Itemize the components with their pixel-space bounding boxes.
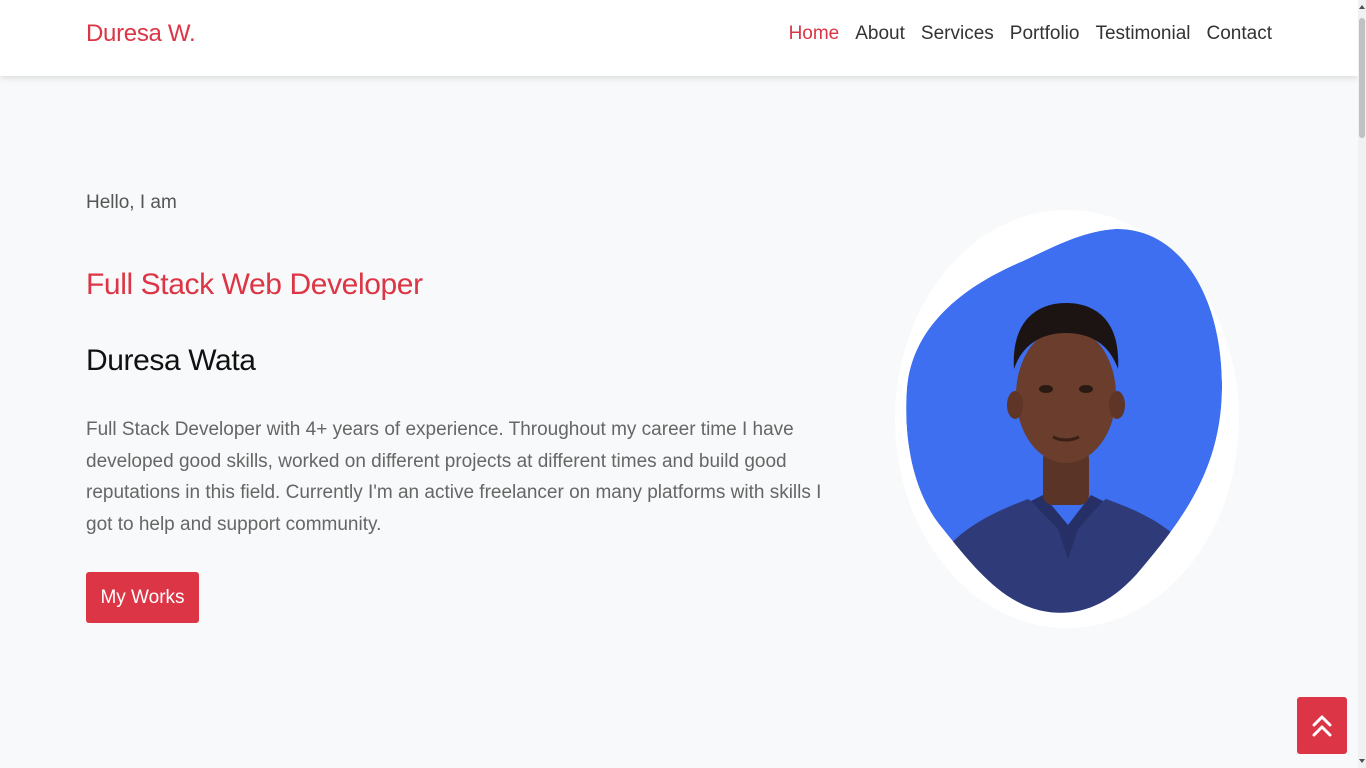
nav-link-services[interactable]: Services [921, 23, 994, 44]
nav-item-services: Services [921, 23, 994, 45]
hero-greeting: Hello, I am [86, 192, 177, 213]
nav-link-testimonial[interactable]: Testimonial [1095, 23, 1190, 44]
nav-item-portfolio: Portfolio [1010, 23, 1080, 45]
nav-link-portfolio[interactable]: Portfolio [1010, 23, 1080, 44]
my-works-button[interactable]: My Works [86, 572, 199, 623]
double-chevron-up-icon [1312, 715, 1332, 736]
nav-menu: Home About Services Portfolio Testimonia… [789, 23, 1272, 45]
nav-link-home[interactable]: Home [789, 23, 840, 44]
profile-photo [895, 210, 1239, 628]
hero-name: Duresa Wata [86, 344, 256, 377]
hero-bio: Full Stack Developer with 4+ years of ex… [86, 419, 822, 535]
scrollbar-thumb[interactable] [1359, 18, 1365, 138]
navbar: Duresa W. Home About Services Portfolio … [0, 0, 1358, 76]
nav-item-contact: Contact [1207, 23, 1272, 45]
nav-item-about: About [855, 23, 905, 45]
hero-role: Full Stack Web Developer [86, 268, 423, 301]
scroll-up-icon[interactable] [1359, 5, 1365, 9]
nav-link-about[interactable]: About [855, 23, 905, 44]
nav-item-home: Home [789, 23, 840, 45]
page: Duresa W. Home About Services Portfolio … [0, 0, 1366, 768]
nav-item-testimonial: Testimonial [1095, 23, 1190, 45]
scroll-down-icon[interactable] [1359, 759, 1365, 763]
nav-link-contact[interactable]: Contact [1207, 23, 1272, 44]
page-scrollbar[interactable] [1358, 0, 1366, 768]
back-to-top-button[interactable] [1297, 697, 1347, 754]
brand-logo[interactable]: Duresa W. [86, 20, 196, 48]
